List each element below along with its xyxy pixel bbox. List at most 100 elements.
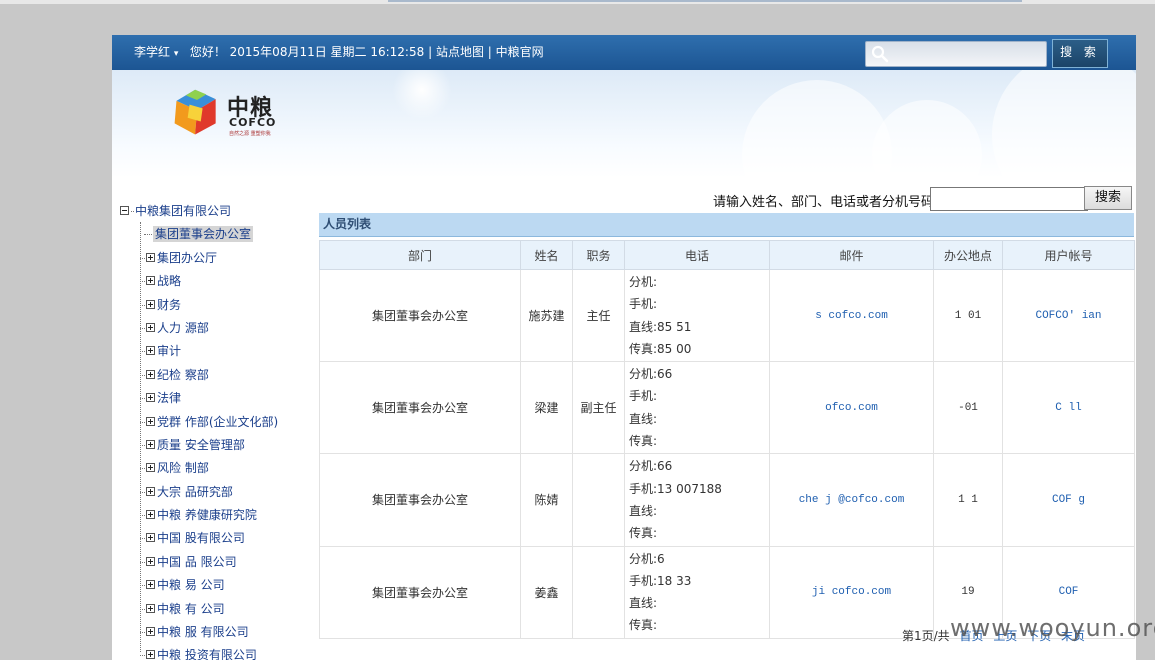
tree-connector — [140, 561, 145, 563]
user-name-menu[interactable]: 李学红 ▾ — [134, 45, 178, 59]
expand-icon[interactable] — [146, 299, 155, 309]
expand-icon[interactable] — [146, 486, 155, 496]
people-search-button[interactable]: 搜索 — [1084, 186, 1132, 210]
tree-item[interactable]: 纪检 察部 — [118, 365, 308, 388]
email-link[interactable]: che j @cofco.com — [769, 453, 934, 547]
tree-item-label[interactable]: 财务 — [157, 298, 181, 312]
expand-icon[interactable] — [146, 650, 155, 660]
tree-connector — [140, 491, 145, 493]
banner-decoration — [392, 70, 452, 120]
tree-item[interactable]: 质量 安全管理部 — [118, 435, 308, 458]
tree-item-label[interactable]: 中国 股有限公司 — [157, 531, 245, 545]
expand-icon[interactable] — [146, 346, 155, 356]
expand-icon[interactable] — [146, 322, 155, 332]
expand-icon[interactable] — [146, 580, 155, 590]
tree-root[interactable]: 中粮集团有限公司 — [118, 201, 308, 224]
expand-icon[interactable] — [146, 533, 155, 543]
expand-icon[interactable] — [146, 556, 155, 566]
tree-item[interactable]: 法律 — [118, 388, 308, 411]
tree-item[interactable]: 大宗 品研究部 — [118, 482, 308, 505]
expand-icon[interactable] — [146, 276, 155, 286]
tree-item-label[interactable]: 集团办公厅 — [157, 251, 217, 265]
tree-connector — [140, 585, 145, 587]
official-site-link[interactable]: 中粮官网 — [496, 45, 544, 59]
account-link[interactable]: COF g — [1002, 453, 1135, 547]
expand-icon[interactable] — [146, 369, 155, 379]
top-search-input[interactable] — [894, 44, 1043, 64]
tree-item[interactable]: 中粮 养健康研究院 — [118, 505, 308, 528]
expand-icon[interactable] — [146, 252, 155, 262]
email-link[interactable]: s cofco.com — [769, 268, 934, 363]
account-link[interactable]: C ll — [1002, 361, 1135, 455]
title-cell: 主任 — [572, 268, 625, 363]
tree-item-label[interactable]: 中粮 服 有限公司 — [157, 625, 249, 639]
sitemap-link[interactable]: 站点地图 — [436, 45, 484, 59]
org-tree: 中粮集团有限公司 集团董事会办公室 集团办公厅战略财务人力 源部审计纪检 察部法… — [118, 201, 308, 660]
top-search-button[interactable]: 搜 索 — [1052, 39, 1108, 68]
people-table: 部门 姓名 职务 电话 邮件 办公地点 用户帐号 集团董事会办公室 施苏建 主任 分机… — [319, 240, 1135, 639]
tree-item-label[interactable]: 纪检 察部 — [157, 368, 209, 382]
tree-item-label[interactable]: 中粮 投资有限公司 — [157, 648, 257, 660]
people-search-input[interactable] — [930, 187, 1088, 211]
tree-item[interactable]: 中国 品 限公司 — [118, 552, 308, 575]
mobile-line: 手机: — [629, 297, 658, 312]
tree-item-label[interactable]: 中粮 养健康研究院 — [157, 508, 257, 522]
ext-line: 分机:66 — [629, 367, 673, 382]
page-container: 李学红 ▾ 您好！ 2015年08月11日 星期二 16:12:58 | 站点地… — [112, 35, 1136, 660]
title-cell — [572, 545, 625, 639]
tree-item-label[interactable]: 法律 — [157, 391, 181, 405]
tree-item[interactable]: 中粮 投资有限公司 — [118, 645, 308, 660]
tree-item-label[interactable]: 质量 安全管理部 — [157, 438, 245, 452]
expand-icon[interactable] — [146, 627, 155, 637]
column-header: 姓名 — [520, 240, 573, 270]
tree-item[interactable]: 审计 — [118, 341, 308, 364]
tree-item-label[interactable]: 党群 作部(企业文化部) — [157, 415, 278, 429]
tree-item-label[interactable]: 风险 制部 — [157, 461, 209, 475]
logo-text-en: COFCO — [229, 116, 277, 129]
expand-icon[interactable] — [146, 416, 155, 426]
dept-cell: 集团董事会办公室 — [319, 545, 521, 639]
tree-item[interactable]: 战略 — [118, 271, 308, 294]
tree-item-label[interactable]: 中国 品 限公司 — [157, 555, 237, 569]
tree-item[interactable]: 党群 作部(企业文化部) — [118, 412, 308, 435]
expand-icon[interactable] — [146, 393, 155, 403]
email-link[interactable]: ji cofco.com — [769, 545, 934, 639]
tree-root-label[interactable]: 中粮集团有限公司 — [135, 204, 231, 218]
tree-item[interactable]: 人力 源部 — [118, 318, 308, 341]
tree-connector — [140, 304, 145, 306]
tree-item[interactable]: 集团办公厅 — [118, 248, 308, 271]
chevron-down-icon[interactable]: ▾ — [174, 49, 179, 59]
table-row[interactable]: 集团董事会办公室 梁建 副主任 分机:66 手机: 直线: 传真: ofco.com -01… — [319, 361, 1135, 455]
account-link[interactable]: COFCO' ian — [1002, 268, 1135, 363]
expand-icon[interactable] — [146, 439, 155, 449]
tree-item[interactable]: 中粮 易 公司 — [118, 575, 308, 598]
tree-item[interactable]: 中粮 服 有限公司 — [118, 622, 308, 645]
column-header: 邮件 — [769, 240, 934, 270]
fax-line: 传真: — [629, 526, 658, 541]
expand-icon[interactable] — [146, 603, 155, 613]
tree-item[interactable]: 中国 股有限公司 — [118, 528, 308, 551]
tree-item-label[interactable]: 审计 — [157, 344, 181, 358]
office-cell: 1 1 — [933, 453, 1003, 547]
tree-item-label[interactable]: 中粮 有 公司 — [157, 602, 225, 616]
tree-item-label[interactable]: 大宗 品研究部 — [157, 485, 233, 499]
tree-item-label[interactable]: 集团董事会办公室 — [153, 226, 254, 243]
tree-item-selected[interactable]: 集团董事会办公室 — [118, 224, 308, 247]
tree-item-label[interactable]: 战略 — [157, 274, 181, 288]
expand-icon[interactable] — [146, 510, 155, 520]
email-link[interactable]: ofco.com — [769, 361, 934, 455]
user-name[interactable]: 李学红 — [134, 45, 170, 59]
column-header: 电话 — [624, 240, 770, 270]
ext-line: 分机:66 — [629, 459, 673, 474]
tree-item[interactable]: 财务 — [118, 295, 308, 318]
tree-item[interactable]: 风险 制部 — [118, 458, 308, 481]
tree-item[interactable]: 中粮 有 公司 — [118, 599, 308, 622]
tree-item-label[interactable]: 人力 源部 — [157, 321, 209, 335]
table-row[interactable]: 集团董事会办公室 施苏建 主任 分机: 手机: 直线:85 51 传真:85 00 s cof… — [319, 268, 1135, 363]
expand-icon[interactable] — [146, 463, 155, 473]
table-row[interactable]: 集团董事会办公室 陈婧 分机:66 手机:13 007188 直线: 传真: che j @… — [319, 453, 1135, 547]
tree-item-label[interactable]: 中粮 易 公司 — [157, 578, 225, 592]
ext-line: 分机: — [629, 275, 658, 289]
collapse-icon[interactable] — [120, 206, 129, 215]
tree-connector — [140, 468, 145, 470]
